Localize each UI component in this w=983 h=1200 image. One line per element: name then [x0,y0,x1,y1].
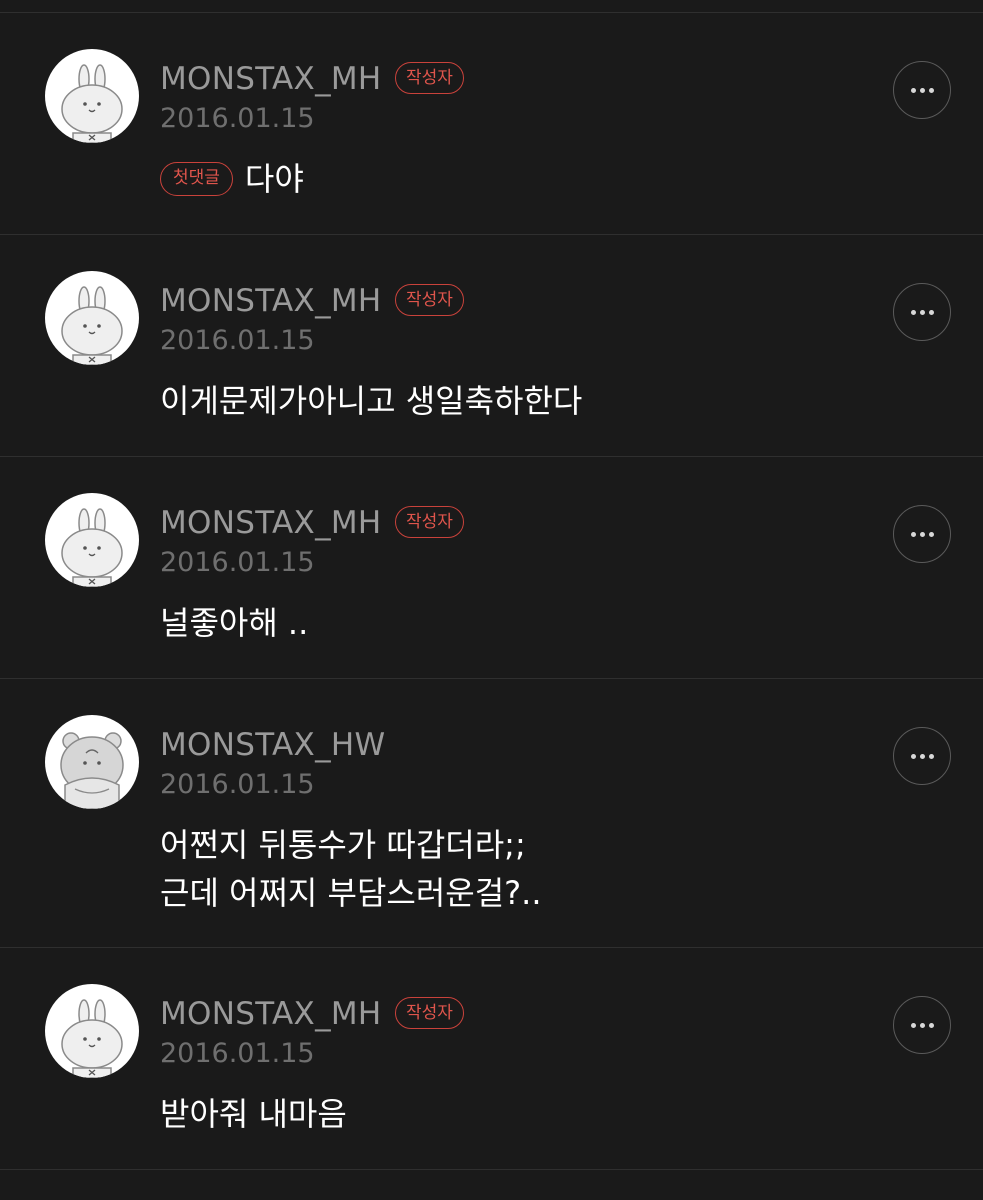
more-options-button[interactable] [893,505,951,563]
comment-body: 첫댓글 다야 [160,155,304,203]
comment-date: 2016.01.15 [160,547,315,578]
more-options-button[interactable] [893,283,951,341]
rabbit-avatar[interactable] [45,49,139,143]
comment-body: 널좋아해 .. [160,599,308,647]
more-options-icon [910,753,934,759]
more-options-icon [910,309,934,315]
username[interactable]: MONSTAX_MH [160,59,382,99]
comment-item: MONSTAX_MH 작성자 2016.01.15 받아줘 내마음 [0,948,983,1170]
bear-avatar[interactable] [45,715,139,809]
comment-text: 이게문제가아니고 생일축하한다 [160,382,583,420]
comment-item: MONSTAX_MH 작성자 2016.01.15 널좋아해 .. [0,457,983,679]
username[interactable]: MONSTAX_MH [160,503,382,543]
author-badge: 작성자 [395,997,464,1029]
comment-text: 받아줘 내마음 [160,1095,347,1133]
author-badge: 작성자 [395,62,464,94]
more-options-button[interactable] [893,996,951,1054]
comment-date: 2016.01.15 [160,103,315,134]
comment-date: 2016.01.15 [160,769,315,800]
more-options-icon [910,87,934,93]
comment-body: 받아줘 내마음 [160,1090,347,1138]
rabbit-icon [61,999,123,1078]
username[interactable]: MONSTAX_MH [160,994,382,1034]
comment-item: MONSTAX_MH 작성자 2016.01.15 이게문제가아니고 생일축하한… [0,235,983,457]
comment-item: MONSTAX_MH 작성자 2016.01.15 첫댓글 다야 [0,13,983,235]
username[interactable]: MONSTAX_MH [160,281,382,321]
comment-body: 어쩐지 뒤통수가 따갑더라;; 근데 어쩌지 부담스러운걸?.. [160,821,542,917]
rabbit-avatar[interactable] [45,984,139,1078]
rabbit-icon [61,64,123,143]
rabbit-avatar[interactable] [45,271,139,365]
rabbit-avatar[interactable] [45,493,139,587]
comment-text: 널좋아해 .. [160,604,309,642]
comment-body: 이게문제가아니고 생일축하한다 [160,377,582,425]
more-options-button[interactable] [893,727,951,785]
more-options-icon [910,1022,934,1028]
rabbit-icon [61,286,123,365]
comment-text: 다야 [244,160,304,198]
first-comment-badge: 첫댓글 [160,162,233,196]
comment-date: 2016.01.15 [160,1038,315,1069]
comment-date: 2016.01.15 [160,325,315,356]
author-badge: 작성자 [395,284,464,316]
bear-icon [60,732,124,809]
rabbit-icon [61,508,123,587]
more-options-icon [910,531,934,537]
more-options-button[interactable] [893,61,951,119]
username[interactable]: MONSTAX_HW [160,725,385,765]
author-badge: 작성자 [395,506,464,538]
comment-item: MONSTAX_HW 2016.01.15 어쩐지 뒤통수가 따갑더라;; 근데… [0,679,983,948]
comment-text: 어쩐지 뒤통수가 따갑더라;; 근데 어쩌지 부담스러운걸?.. [160,826,542,912]
